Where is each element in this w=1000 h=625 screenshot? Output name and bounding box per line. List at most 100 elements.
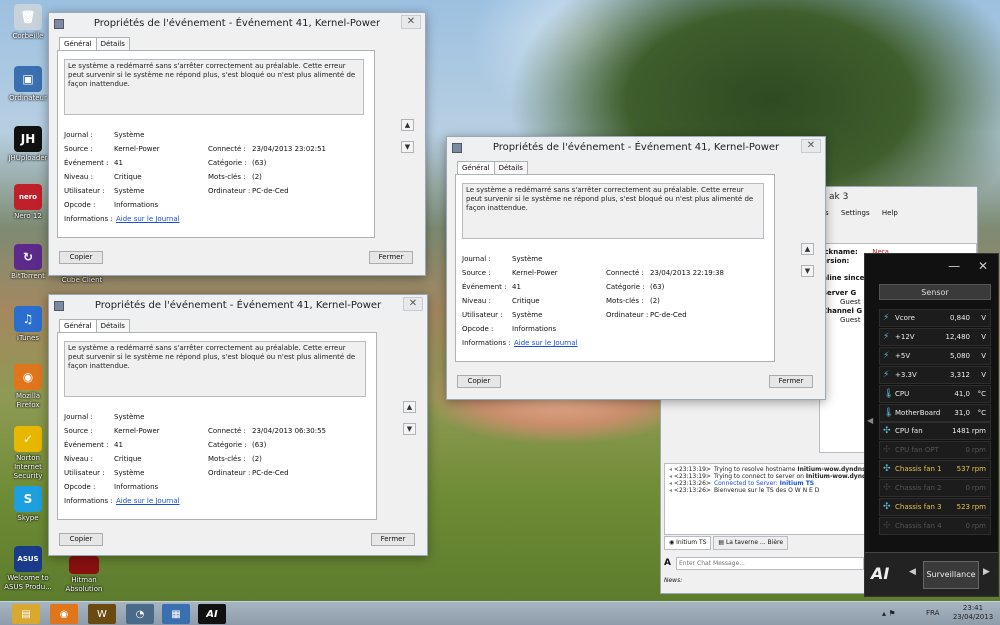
next-arrow-icon[interactable]: ▶ xyxy=(983,567,990,577)
left-arrow-icon[interactable]: ◀ xyxy=(867,416,873,425)
close-icon[interactable]: ✕ xyxy=(403,297,423,311)
desktop-icon-jhuploader[interactable]: JH JHUploader xyxy=(4,126,52,163)
event-properties-window-1: Propriétés de l'événement - Événement 41… xyxy=(48,12,426,276)
copy-button[interactable]: Copier xyxy=(457,375,501,388)
close-button[interactable]: Fermer xyxy=(369,251,413,264)
event-viewer-icon xyxy=(54,19,64,29)
sensor-row-chassis-fan-1[interactable]: ✣ Chassis fan 1 537 rpm xyxy=(879,460,991,479)
ai-suite-logo-icon[interactable]: AI xyxy=(871,561,901,587)
language-indicator[interactable]: FRA xyxy=(926,609,939,617)
close-icon[interactable]: ✕ xyxy=(801,139,821,153)
fan-icon: ✣ xyxy=(883,502,891,512)
chat-input[interactable] xyxy=(676,557,864,570)
desktop-icon-bittorrent[interactable]: ↻ BitTorrent xyxy=(4,244,52,281)
desktop-icon-hitman[interactable]: Hitman Absolution xyxy=(58,556,110,594)
desktop-icon-corbeille[interactable]: 🗑 Corbeille xyxy=(4,4,52,41)
computer-label: Ordinateur : xyxy=(208,469,251,477)
sensor-row--5v[interactable]: ⚡ +5V 5,080 V xyxy=(879,346,991,365)
firefox-icon[interactable]: ◉ xyxy=(50,604,78,624)
tab-general[interactable]: Général xyxy=(59,37,97,51)
sensor-name: CPU fan xyxy=(895,427,923,436)
previous-event-arrow-icon[interactable]: ▲ xyxy=(801,243,814,255)
close-icon[interactable]: ✕ xyxy=(401,15,421,29)
sensor-row--12v[interactable]: ⚡ +12V 12,480 V xyxy=(879,327,991,346)
file-explorer-icon[interactable]: ▤ xyxy=(12,604,40,624)
sensor-row-chassis-fan-2[interactable]: ✣ Chassis fan 2 0 rpm xyxy=(879,479,991,498)
next-event-arrow-icon[interactable]: ▼ xyxy=(403,423,416,435)
desktop-icon-nero-12[interactable]: nero Nero 12 xyxy=(4,184,52,221)
source-value: Kernel-Power xyxy=(512,269,558,277)
copy-button[interactable]: Copier xyxy=(59,251,103,264)
tab-details[interactable]: Détails xyxy=(95,37,130,50)
desktop: 🗑 Corbeille ▣ Ordinateur JH JHUploader nero Ner… xyxy=(0,0,1000,601)
sensor-row-cpu[interactable]: 🌡 CPU 41,0 °C xyxy=(879,384,991,403)
chat-text: Trying to resolve hostname xyxy=(713,466,798,473)
event-log-help-link[interactable]: Aide sur le Journal xyxy=(116,215,180,224)
previous-event-arrow-icon[interactable]: ▲ xyxy=(401,119,414,131)
desktop-icon-label: Welcome to ASUS Produ... xyxy=(4,574,52,591)
sensor-row-cpu-fan-opt[interactable]: ✣ CPU fan OPT 0 rpm xyxy=(879,441,991,460)
desktop-icon-label: Ordinateur xyxy=(9,94,47,102)
event-id-value: 41 xyxy=(114,159,123,167)
copy-button[interactable]: Copier xyxy=(59,533,103,546)
chat-tab-taverne[interactable]: ▤ La taverne ... Bière xyxy=(713,536,789,550)
tab-details[interactable]: Détails xyxy=(493,161,528,174)
desktop-icon-skype[interactable]: S Skype xyxy=(4,486,52,523)
tab-details[interactable]: Détails xyxy=(95,319,130,332)
chat-tab-initium[interactable]: ◉ Initium TS xyxy=(664,536,712,550)
desktop-icon-itunes[interactable]: ♫ iTunes xyxy=(4,306,52,343)
opcode-label: Opcode : xyxy=(462,325,494,333)
clock[interactable]: 23:41 23/04/2013 xyxy=(950,604,996,622)
ai-suite-taskbar-icon[interactable]: AI xyxy=(198,604,226,624)
sensor-unit: rpm xyxy=(971,521,986,530)
general-panel: Le système a redémarré sans s'arrêter co… xyxy=(57,332,377,520)
event-log-help-link[interactable]: Aide sur le Journal xyxy=(514,339,578,348)
next-event-arrow-icon[interactable]: ▼ xyxy=(401,141,414,153)
minimize-button[interactable]: — xyxy=(948,259,960,273)
menu-item-help[interactable]: Help xyxy=(882,209,898,217)
nickname-label: ickname: xyxy=(822,248,858,256)
sensor-row-vcore[interactable]: ⚡ Vcore 0,840 V xyxy=(879,309,991,327)
wow-icon[interactable]: W xyxy=(88,604,116,624)
info-label: Informations : xyxy=(462,339,511,347)
event-description: Le système a redémarré sans s'arrêter co… xyxy=(462,183,764,239)
desktop-icon-cube-client[interactable]: Cube Client xyxy=(58,276,106,285)
surveillance-button[interactable]: Surveillance xyxy=(923,561,979,589)
event-properties-window-3: Propriétés de l'événement - Événement 41… xyxy=(446,136,826,400)
desktop-icon-ordinateur[interactable]: ▣ Ordinateur xyxy=(4,66,52,103)
thermometer-icon: 🌡 xyxy=(883,388,895,399)
sensor-row-cpu-fan[interactable]: ✣ CPU fan 1481 rpm xyxy=(879,422,991,441)
level-value: Critique xyxy=(114,173,142,181)
sensor-name: Vcore xyxy=(895,314,915,322)
tray-flag-icon[interactable]: ▴ ⚑ xyxy=(882,609,896,618)
desktop-icon-norton-internet-security[interactable]: ✓ Norton Internet Security xyxy=(4,426,52,481)
menu-item-settings[interactable]: Settings xyxy=(841,209,870,217)
sensor-row-chassis-fan-3[interactable]: ✣ Chassis fan 3 523 rpm xyxy=(879,498,991,516)
corbeille-icon: 🗑 xyxy=(14,4,42,30)
voltage-icon: ⚡ xyxy=(883,350,890,361)
previous-event-arrow-icon[interactable]: ▲ xyxy=(403,401,416,413)
desktop-icon-mozilla-firefox[interactable]: ◉ Mozilla Firefox xyxy=(4,364,52,410)
prev-arrow-icon[interactable]: ◀ xyxy=(909,567,916,577)
font-icon[interactable]: A xyxy=(664,558,671,568)
network-icon[interactable]: ▦ xyxy=(162,604,190,624)
user-value: Système xyxy=(512,311,543,319)
sensor-row--3-3v[interactable]: ⚡ +3.3V 3,312 V xyxy=(879,365,991,384)
teamspeak-icon[interactable]: ◔ xyxy=(126,604,154,624)
close-button[interactable]: Fermer xyxy=(769,375,813,388)
general-panel: Le système a redémarré sans s'arrêter co… xyxy=(57,50,375,238)
window-title: Propriétés de l'événement - Événement 41… xyxy=(93,18,381,29)
sensor-row-motherboard[interactable]: 🌡 MotherBoard 31,0 °C xyxy=(879,403,991,422)
journal-label: Journal : xyxy=(64,413,93,421)
sensor-row-chassis-fan-4[interactable]: ✣ Chassis fan 4 0 rpm xyxy=(879,516,991,535)
desktop-icon-welcome-to-asus-produ[interactable]: ASUS Welcome to ASUS Produ... xyxy=(4,546,52,592)
computer-label: Ordinateur : xyxy=(606,311,649,319)
tab-general[interactable]: Général xyxy=(59,319,97,333)
tab-general[interactable]: Général xyxy=(457,161,495,175)
keywords-label: Mots-clés : xyxy=(606,297,644,305)
event-log-help-link[interactable]: Aide sur le Journal xyxy=(116,497,180,506)
close-button[interactable]: Fermer xyxy=(371,533,415,546)
window-titlebar: Propriétés de l'événement - Événement 41… xyxy=(447,137,825,159)
close-button[interactable]: ✕ xyxy=(978,259,988,273)
next-event-arrow-icon[interactable]: ▼ xyxy=(801,265,814,277)
